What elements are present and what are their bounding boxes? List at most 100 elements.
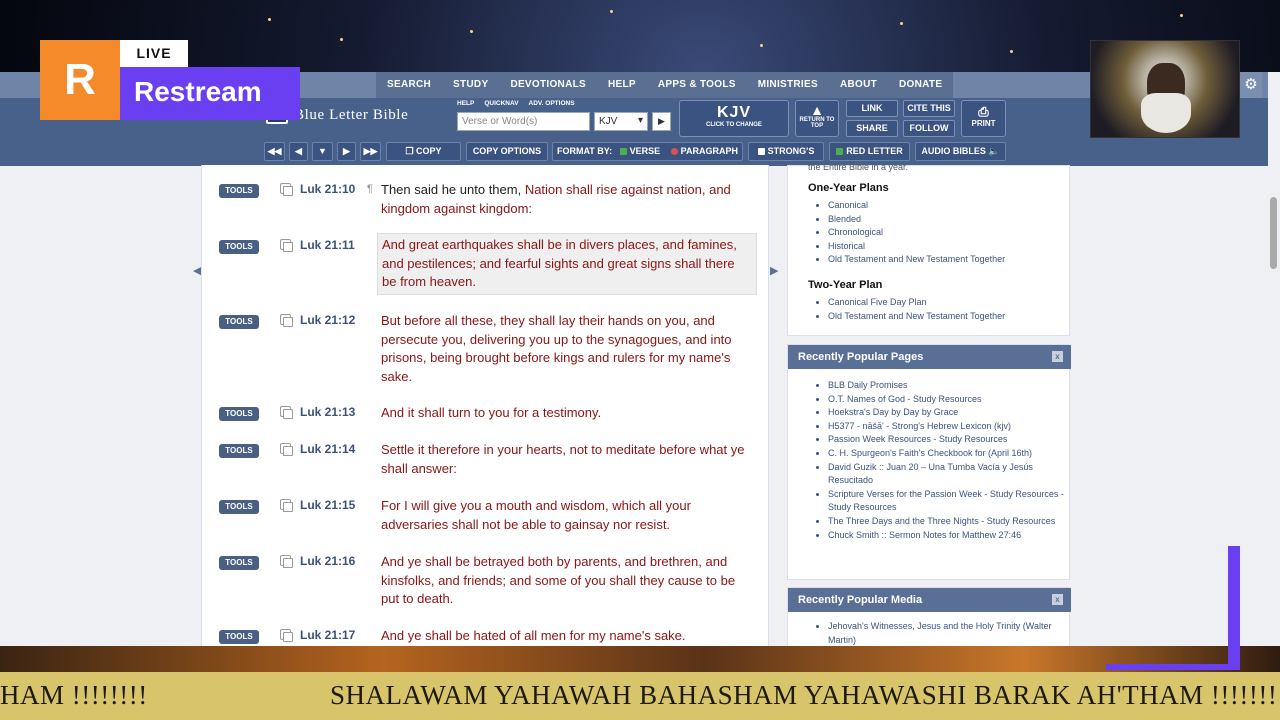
verse-reference[interactable]: Luk 21:11 — [300, 238, 355, 252]
nav-donate[interactable]: DONATE — [888, 72, 953, 98]
next-button[interactable]: ▶ — [337, 142, 356, 161]
quicknav-link[interactable]: QUICKNAV — [484, 100, 518, 107]
nav-search[interactable]: SEARCH — [376, 72, 442, 98]
close-icon[interactable]: x — [1052, 594, 1063, 605]
nav-about[interactable]: ABOUT — [829, 72, 888, 98]
verse-text: Settle it therefore in your hearts, not … — [381, 442, 745, 476]
two-year-plan-link[interactable]: Old Testament and New Testament Together — [828, 310, 1069, 324]
ticker-bar: HAM !!!!!!!! SHALAWAM YAHAWAH BAHASHAM Y… — [0, 672, 1280, 720]
one-year-plan-link[interactable]: Old Testament and New Testament Together — [828, 253, 1069, 267]
tools-button[interactable]: TOOLS — [219, 315, 259, 329]
one-year-plan-link[interactable]: Chronological — [828, 226, 1069, 240]
star — [900, 22, 903, 25]
copy-verse-icon[interactable] — [280, 499, 293, 512]
verse-reference[interactable]: Luk 21:14 — [300, 442, 355, 456]
popular-pages-title: Recently Popular Pages — [798, 351, 924, 363]
prev-button[interactable]: ◀ — [289, 142, 308, 161]
popular-media-link[interactable]: Jehovah's Witnesses, Jesus and the Holy … — [828, 620, 1069, 647]
search-input[interactable]: Verse or Word(s) — [457, 112, 590, 131]
red-letter-checkbox[interactable] — [836, 148, 844, 155]
collapse-right-arrow-icon[interactable]: ▶ — [770, 264, 778, 277]
print-button[interactable]: ⎙ PRINT — [961, 100, 1006, 137]
printer-icon: ⎙ — [978, 104, 989, 119]
copy-verse-icon[interactable] — [280, 443, 293, 456]
verse-reference[interactable]: Luk 21:16 — [300, 554, 355, 568]
help-link[interactable]: HELP — [457, 100, 474, 107]
nav-ministries[interactable]: MINISTRIES — [747, 72, 829, 98]
reading-plans-panel: the Entire Bible in a year. One-Year Pla… — [787, 162, 1070, 336]
link-button[interactable]: LINK — [846, 100, 898, 117]
copy-button[interactable]: ❐ COPY — [386, 142, 461, 161]
popular-page-link[interactable]: Scripture Verses for the Passion Week - … — [828, 488, 1069, 515]
verse-checkbox[interactable] — [619, 148, 627, 155]
share-button[interactable]: SHARE — [846, 120, 898, 137]
tools-button[interactable]: TOOLS — [219, 184, 259, 198]
verse-option[interactable]: VERSE — [630, 146, 661, 156]
tools-button[interactable]: TOOLS — [219, 556, 259, 570]
verse-text: And it shall turn to you for a testimony… — [381, 405, 602, 420]
two-year-plan-link[interactable]: Canonical Five Day Plan — [828, 296, 1069, 310]
copy-options-button[interactable]: COPY OPTIONS — [466, 142, 548, 161]
nav-study[interactable]: STUDY — [442, 72, 499, 98]
audio-bibles-button[interactable]: AUDIO BIBLES 🔈 — [915, 142, 1006, 161]
logo-text: Blue Letter Bible — [294, 106, 409, 123]
red-letter-toggle[interactable]: RED LETTER — [829, 142, 910, 161]
first-chapter-button[interactable]: ◀◀ — [264, 142, 285, 161]
copy-verse-icon[interactable] — [280, 314, 293, 327]
follow-button[interactable]: FOLLOW — [903, 120, 955, 137]
popular-page-link[interactable]: David Guzik :: Juan 20 – Una Tumba Vacía… — [828, 461, 1069, 488]
tools-button[interactable]: TOOLS — [219, 630, 259, 644]
paragraph-radio[interactable] — [670, 148, 678, 155]
return-to-top-button[interactable]: ▲ RETURN TO TOP — [795, 100, 839, 137]
popular-page-link[interactable]: BLB Daily Promises — [828, 379, 1069, 393]
one-year-plan-link[interactable]: Historical — [828, 240, 1069, 254]
copy-label: COPY — [416, 146, 442, 156]
paragraph-option[interactable]: PARAGRAPH — [681, 146, 738, 156]
last-chapter-button[interactable]: ▶▶ — [360, 142, 381, 161]
go-button[interactable]: ▶ — [652, 112, 671, 131]
verse-reference[interactable]: Luk 21:12 — [300, 313, 355, 327]
cite-this-button[interactable]: CITE THIS — [903, 100, 955, 117]
strongs-checkbox[interactable] — [757, 148, 765, 155]
popular-page-link[interactable]: Chuck Smith :: Sermon Notes for Matthew … — [828, 529, 1069, 543]
version-select[interactable]: KJV — [594, 112, 648, 131]
copy-verse-icon[interactable] — [280, 183, 293, 196]
nav-devotionals[interactable]: DEVOTIONALS — [499, 72, 597, 98]
scrollbar[interactable] — [1268, 72, 1280, 648]
verse-reference[interactable]: Luk 21:17 — [300, 628, 355, 642]
popular-page-link[interactable]: Passion Week Resources - Study Resources — [828, 433, 1069, 447]
nav-help[interactable]: HELP — [597, 72, 647, 98]
copy-verse-icon[interactable] — [280, 629, 293, 642]
popular-page-link[interactable]: The Three Days and the Three Nights - St… — [828, 515, 1069, 529]
verse-lead-text: Then said he unto them, — [381, 182, 525, 197]
copy-verse-icon[interactable] — [280, 239, 293, 252]
nav-apps-tools[interactable]: APPS & TOOLS — [647, 72, 747, 98]
popular-media-panel: Recently Popular Media x Jehovah's Witne… — [787, 587, 1071, 648]
gear-icon[interactable]: ⚙ — [1240, 72, 1262, 98]
copy-verse-icon[interactable] — [280, 406, 293, 419]
one-year-plan-link[interactable]: Canonical — [828, 199, 1069, 213]
chapter-down-button[interactable]: ▼ — [312, 142, 333, 161]
tools-button[interactable]: TOOLS — [219, 444, 259, 458]
adv-options-link[interactable]: ADV. OPTIONS — [529, 100, 575, 107]
popular-page-link[interactable]: H5377 - nāšā' - Strong's Hebrew Lexicon … — [828, 420, 1069, 434]
verse-reference[interactable]: Luk 21:10 — [300, 182, 355, 196]
popular-page-link[interactable]: C. H. Spurgeon's Faith's Checkbook for (… — [828, 447, 1069, 461]
one-year-plan-link[interactable]: Blended — [828, 213, 1069, 227]
copy-verse-icon[interactable] — [280, 555, 293, 568]
popular-page-link[interactable]: O.T. Names of God - Study Resources — [828, 393, 1069, 407]
tools-button[interactable]: TOOLS — [219, 240, 259, 254]
close-icon[interactable]: x — [1052, 351, 1063, 362]
tools-button[interactable]: TOOLS — [219, 500, 259, 514]
mini-links: HELP QUICKNAV ADV. OPTIONS — [457, 100, 575, 107]
version-change-button[interactable]: KJV CLICK TO CHANGE — [679, 100, 789, 137]
scrollbar-thumb[interactable] — [1270, 197, 1277, 269]
popular-page-link[interactable]: Hoekstra's Day by Day by Grace — [828, 406, 1069, 420]
tools-button[interactable]: TOOLS — [219, 407, 259, 421]
strongs-toggle[interactable]: STRONG'S — [748, 142, 824, 161]
verse-reference[interactable]: Luk 21:15 — [300, 498, 355, 512]
copy-icon: ❐ — [405, 146, 417, 156]
top-nav-links: SEARCH STUDY DEVOTIONALS HELP APPS & TOOLS MI… — [376, 72, 954, 98]
verse-reference[interactable]: Luk 21:13 — [300, 405, 355, 419]
return-to-top-label: RETURN TO TOP — [799, 117, 835, 129]
